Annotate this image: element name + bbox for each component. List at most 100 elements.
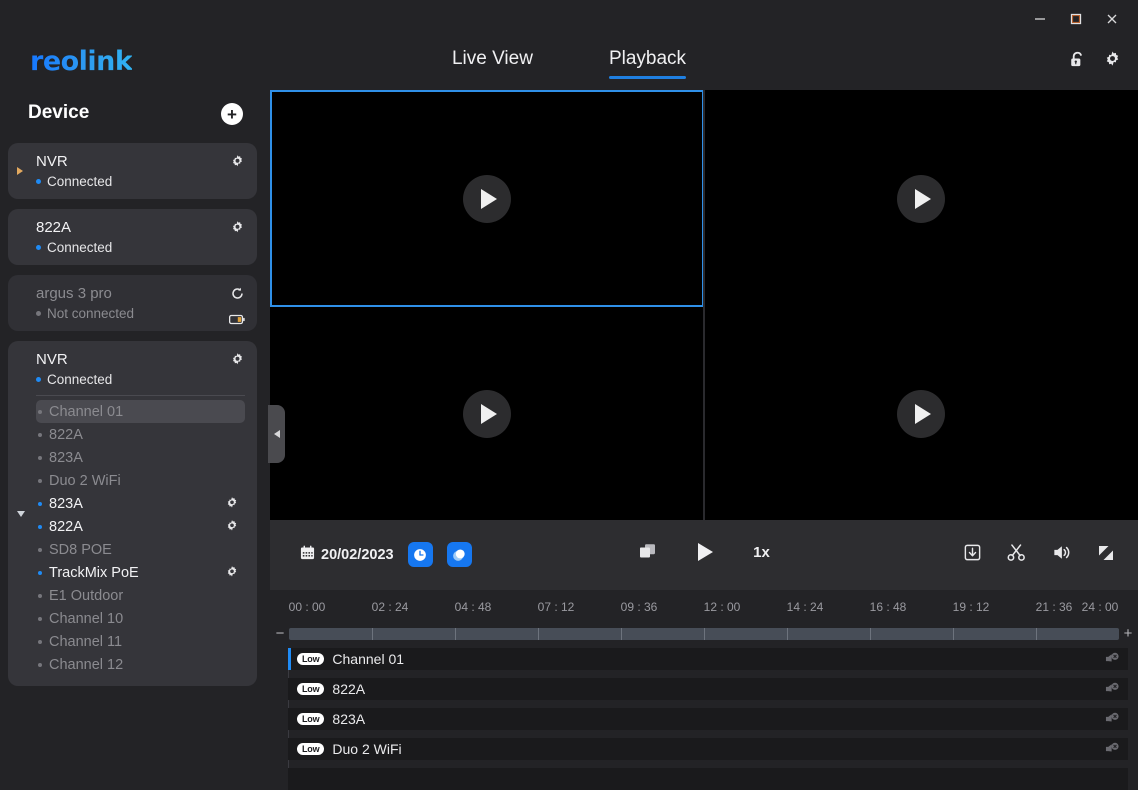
- playback-speed[interactable]: 1x: [753, 544, 770, 561]
- video-grid: [270, 90, 1138, 520]
- unlock-icon[interactable]: [1068, 50, 1087, 74]
- channel-item-channel-01[interactable]: Channel 01: [36, 400, 245, 423]
- channel-settings-gear-icon[interactable]: [225, 519, 239, 537]
- channel-dot-icon: [38, 570, 42, 575]
- header-icon-group: [1068, 50, 1122, 74]
- channel-item-channel-10[interactable]: Channel 10: [36, 607, 245, 630]
- channel-item-sd8-poe[interactable]: SD8 POE: [36, 538, 245, 561]
- play-button[interactable]: [698, 543, 714, 561]
- timeline-row-822a[interactable]: Low 822A: [288, 678, 1128, 700]
- device-card-nvr-1[interactable]: NVR Connected: [8, 143, 257, 199]
- channel-dot-icon: [38, 524, 42, 529]
- video-cell-3[interactable]: [270, 307, 704, 520]
- quality-badge[interactable]: Low: [297, 683, 325, 695]
- channel-settings-gear-icon[interactable]: [225, 496, 239, 514]
- play-icon[interactable]: [463, 389, 511, 438]
- zoom-in-button[interactable]: +: [1120, 626, 1136, 642]
- quality-badge[interactable]: Low: [297, 653, 325, 665]
- video-cell-4[interactable]: [704, 307, 1138, 520]
- channel-label: Duo 2 WiFi: [49, 472, 121, 489]
- channel-item-e1-outdoor[interactable]: E1 Outdoor: [36, 584, 245, 607]
- channel-dot-icon: [38, 639, 42, 644]
- app-root: reolink Live View Playback Device + NVR …: [0, 0, 1138, 790]
- download-icon[interactable]: [963, 543, 982, 567]
- channel-label: Channel 11: [49, 633, 123, 650]
- channel-label: Channel 10: [49, 610, 124, 627]
- play-icon[interactable]: [463, 174, 511, 223]
- device-card-nvr-2[interactable]: NVR Connected Channel 01 822A 823A Duo 2…: [8, 341, 257, 686]
- timeline: 00 : 00 02 : 24 04 : 48 07 : 12 09 : 36 …: [270, 590, 1138, 790]
- device-card-argus-3-pro[interactable]: argus 3 pro Not connected: [8, 275, 257, 331]
- video-cell-2[interactable]: [704, 90, 1138, 307]
- channel-item-trackmix-poe[interactable]: TrackMix PoE: [36, 561, 245, 584]
- channel-item-822a-a[interactable]: 822A: [36, 423, 245, 446]
- chevron-left-icon: [273, 430, 280, 438]
- expand-arrow-icon[interactable]: [17, 167, 23, 175]
- timeline-row-duo-2-wifi[interactable]: Low Duo 2 WiFi: [288, 738, 1128, 760]
- timeline-ruler: 00 : 00 02 : 24 04 : 48 07 : 12 09 : 36 …: [270, 600, 1138, 620]
- device-status-label: Not connected: [47, 306, 135, 321]
- video-cell-1[interactable]: [270, 90, 704, 307]
- refresh-icon[interactable]: [230, 286, 245, 306]
- device-status-label: Connected: [47, 174, 113, 189]
- scissors-icon[interactable]: [1006, 542, 1027, 568]
- timeline-row-label: Duo 2 WiFi: [332, 741, 402, 757]
- tab-playback[interactable]: Playback: [608, 48, 687, 79]
- control-right-group: [963, 542, 1116, 568]
- timeline-row-empty[interactable]: [288, 768, 1128, 790]
- channel-item-822a-b[interactable]: 822A: [36, 515, 245, 538]
- collapse-sidebar-handle[interactable]: [268, 405, 285, 463]
- zoom-out-button[interactable]: −: [272, 626, 288, 642]
- fullscreen-icon[interactable]: [1096, 543, 1116, 568]
- quality-badge[interactable]: Low: [297, 743, 325, 755]
- window-controls: [1022, 6, 1130, 32]
- close-button[interactable]: [1094, 6, 1130, 32]
- channel-label: Channel 12: [49, 656, 124, 673]
- device-header: Device +: [0, 88, 265, 143]
- device-settings-gear-icon[interactable]: [230, 220, 245, 240]
- maximize-button[interactable]: [1058, 6, 1094, 32]
- minimize-button[interactable]: [1022, 6, 1058, 32]
- grid-divider: [703, 90, 705, 520]
- timeline-track-list: Low Channel 01 Low 822A Low 823A Low Duo…: [288, 648, 1128, 790]
- device-list: NVR Connected 822A Connected argus 3 pro…: [0, 143, 265, 696]
- channel-item-823a-b[interactable]: 823A: [36, 492, 245, 515]
- time-tick: 14 : 24: [786, 600, 824, 614]
- time-tick: 12 : 00: [703, 600, 741, 614]
- device-settings-gear-icon[interactable]: [230, 154, 245, 174]
- channel-item-channel-12[interactable]: Channel 12: [36, 653, 245, 676]
- collapse-arrow-icon[interactable]: [17, 510, 25, 517]
- play-icon[interactable]: [897, 389, 945, 438]
- channel-label: TrackMix PoE: [49, 564, 139, 581]
- quality-badge[interactable]: Low: [297, 713, 325, 725]
- tab-live-view[interactable]: Live View: [452, 48, 533, 79]
- muted-speaker-icon[interactable]: [1104, 681, 1120, 702]
- channel-settings-gear-icon[interactable]: [225, 565, 239, 583]
- timeline-scroll-track[interactable]: [289, 628, 1119, 640]
- muted-speaker-icon[interactable]: [1104, 711, 1120, 732]
- channel-item-823a-a[interactable]: 823A: [36, 446, 245, 469]
- playback-control-bar: 20/02/2023 1x: [270, 520, 1138, 590]
- muted-speaker-icon[interactable]: [1104, 651, 1120, 672]
- volume-icon[interactable]: [1051, 542, 1072, 568]
- playhead[interactable]: [288, 648, 291, 670]
- muted-speaker-icon[interactable]: [1104, 741, 1120, 762]
- add-device-button[interactable]: +: [221, 103, 243, 125]
- channel-label: SD8 POE: [49, 541, 112, 558]
- timeline-row-label: 822A: [332, 681, 366, 697]
- channel-dot-icon: [38, 547, 42, 552]
- timeline-row-label: 823A: [332, 711, 366, 727]
- channel-item-channel-11[interactable]: Channel 11: [36, 630, 245, 653]
- time-tick: 16 : 48: [869, 600, 907, 614]
- device-settings-gear-icon[interactable]: [230, 352, 245, 372]
- play-icon[interactable]: [897, 174, 945, 223]
- timeline-row-channel-01[interactable]: Low Channel 01: [288, 648, 1128, 670]
- timeline-row-823a[interactable]: Low 823A: [288, 708, 1128, 730]
- layout-icon[interactable]: [638, 542, 658, 562]
- gear-icon[interactable]: [1103, 50, 1122, 74]
- channel-item-duo-2-wifi[interactable]: Duo 2 WiFi: [36, 469, 245, 492]
- channel-label: 823A: [49, 449, 83, 466]
- device-card-822a[interactable]: 822A Connected: [8, 209, 257, 265]
- time-tick: 19 : 12: [952, 600, 990, 614]
- status-dot-icon: [36, 245, 41, 250]
